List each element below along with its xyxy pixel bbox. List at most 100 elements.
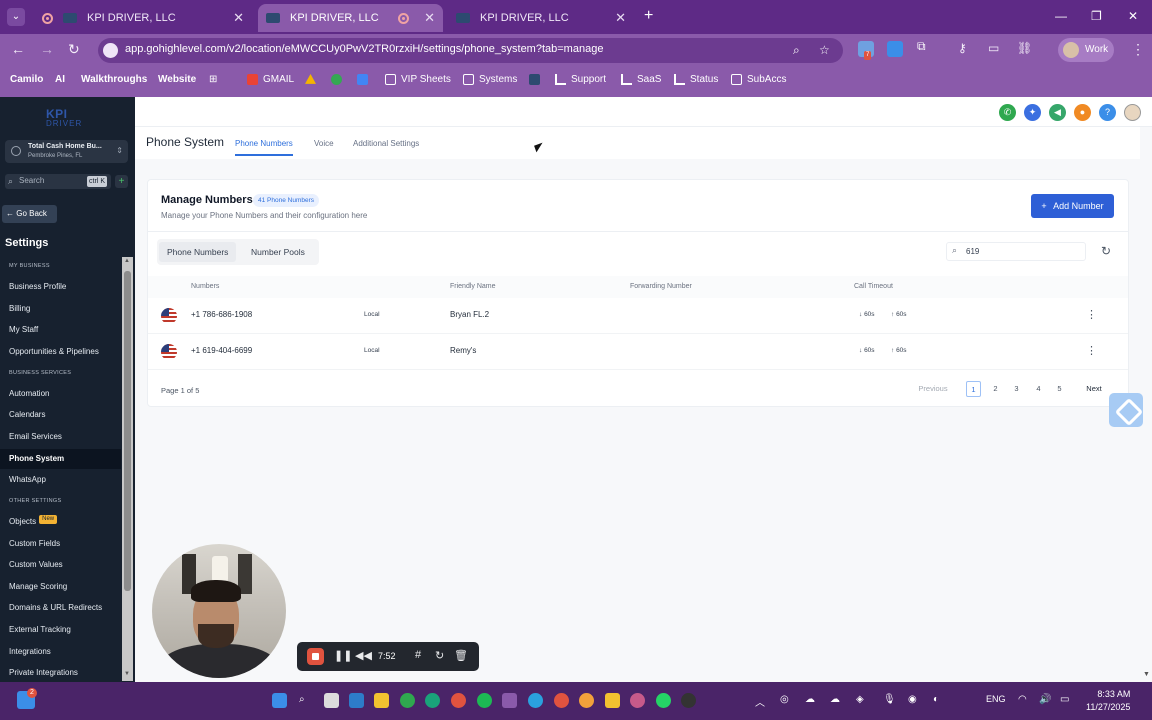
bookmark-systems[interactable]: Systems bbox=[463, 74, 517, 85]
file-explorer-icon[interactable] bbox=[374, 693, 389, 708]
page-3-button[interactable]: 3 bbox=[1009, 381, 1024, 397]
payment-card-icon[interactable]: ▭ bbox=[988, 41, 999, 55]
telegram-icon[interactable] bbox=[528, 693, 543, 708]
delete-icon[interactable]: 🗑 bbox=[454, 649, 468, 662]
start-icon[interactable] bbox=[272, 693, 287, 708]
bookmark-gmail[interactable]: GMAIL bbox=[247, 74, 294, 85]
rewind-icon[interactable]: ◀◀ bbox=[355, 649, 372, 662]
page-1-button[interactable]: 1 bbox=[966, 381, 981, 397]
scroll-down-icon[interactable]: ▼ bbox=[124, 671, 130, 677]
profile-button[interactable]: Work bbox=[1058, 38, 1114, 62]
tab-voice[interactable]: Voice bbox=[314, 139, 334, 148]
table-row[interactable]: +1 786-686-1908 Local Bryan FL.2 ↓ 60s ↑… bbox=[148, 298, 1128, 334]
page-scroll-down-icon[interactable]: ▼ bbox=[1143, 671, 1150, 678]
zoom-icon[interactable]: ⌕ bbox=[793, 43, 800, 58]
bookmark-ai[interactable]: AI bbox=[55, 74, 65, 85]
drive-icon[interactable] bbox=[305, 74, 321, 85]
tray-app-icon[interactable]: ◉ bbox=[908, 694, 917, 705]
user-avatar[interactable] bbox=[1124, 104, 1141, 121]
sidebar-item-my-staff[interactable]: My Staff bbox=[0, 320, 121, 340]
app-icon[interactable] bbox=[425, 693, 440, 708]
browser-menu-icon[interactable]: ⋮ bbox=[1131, 41, 1145, 58]
restart-icon[interactable]: ↻ bbox=[435, 649, 444, 662]
bookmark-website[interactable]: Website bbox=[158, 74, 196, 85]
apps-grid-icon[interactable]: ⊞ bbox=[209, 74, 217, 85]
go-back-button[interactable]: ← Go Back bbox=[2, 205, 57, 223]
refresh-icon[interactable]: ↻ bbox=[1096, 242, 1116, 261]
sidebar-item-external-tracking[interactable]: External Tracking bbox=[0, 620, 121, 640]
calendar-bookmark-icon[interactable] bbox=[357, 74, 373, 85]
sidebar-item-phone-system[interactable]: Phone System bbox=[0, 449, 121, 469]
sidebar-item-calendars[interactable]: Calendars bbox=[0, 405, 121, 425]
previous-page-button[interactable]: Previous bbox=[913, 381, 953, 397]
numbers-search-input[interactable]: ⌕ 619 bbox=[946, 242, 1086, 261]
chrome-icon[interactable] bbox=[554, 693, 569, 708]
chrome-icon[interactable] bbox=[451, 693, 466, 708]
tray-app-icon[interactable]: ◈ bbox=[856, 694, 864, 705]
chrome-icon[interactable] bbox=[331, 74, 347, 85]
row-menu-icon[interactable]: ⋮ bbox=[1086, 344, 1097, 357]
add-number-button[interactable]: + Add Number bbox=[1031, 194, 1114, 218]
search-icon[interactable]: ⌕ bbox=[299, 694, 305, 705]
sidebar-item-billing[interactable]: Billing bbox=[0, 299, 121, 319]
scroll-up-icon[interactable]: ▲ bbox=[124, 258, 130, 264]
bookmark-star-icon[interactable]: ☆ bbox=[819, 43, 830, 57]
magic-wand-icon[interactable]: ✦ bbox=[1024, 104, 1041, 121]
minimize-icon[interactable]: — bbox=[1055, 9, 1067, 23]
address-bar[interactable]: app.gohighlevel.com/v2/location/eMWCCUy0… bbox=[98, 38, 843, 63]
sidebar-item-email-services[interactable]: Email Services bbox=[0, 427, 121, 447]
tray-app-icon[interactable]: ◐ bbox=[933, 694, 939, 705]
notification-bell-icon[interactable]: ● bbox=[1074, 104, 1091, 121]
sidebar-item-opportunities[interactable]: Opportunities & Pipelines bbox=[0, 342, 121, 362]
row-menu-icon[interactable]: ⋮ bbox=[1086, 308, 1097, 321]
app-icon[interactable] bbox=[400, 693, 415, 708]
bookmark-saas[interactable]: SaaS bbox=[621, 74, 661, 85]
link-icon[interactable]: ⛓ bbox=[1017, 41, 1032, 55]
bookmark-status[interactable]: Status bbox=[674, 74, 718, 85]
app-icon[interactable] bbox=[681, 693, 696, 708]
browser-tab-1[interactable]: KPI DRIVER, LLC ✕ bbox=[34, 4, 252, 32]
tray-chevron-icon[interactable]: ︿ bbox=[755, 694, 765, 709]
system-clock[interactable]: 8:33 AM 11/27/2025 bbox=[1086, 688, 1130, 714]
scrollbar-thumb[interactable] bbox=[124, 271, 131, 591]
sidebar-item-automation[interactable]: Automation bbox=[0, 384, 121, 404]
phone-icon[interactable]: ✆ bbox=[999, 104, 1016, 121]
forward-icon[interactable]: → bbox=[40, 41, 54, 57]
spotify-icon[interactable] bbox=[477, 693, 492, 708]
pause-icon[interactable]: ❚❚ bbox=[334, 649, 352, 662]
app-icon[interactable] bbox=[349, 693, 364, 708]
sidebar-item-business-profile[interactable]: Business Profile bbox=[0, 277, 121, 297]
close-tab-icon[interactable]: ✕ bbox=[615, 10, 626, 26]
webcam-overlay[interactable] bbox=[152, 544, 286, 678]
language-indicator[interactable]: ENG bbox=[986, 694, 1006, 704]
sidebar-scrollbar[interactable]: ▲ ▼ bbox=[122, 257, 133, 681]
floating-widget-button[interactable] bbox=[1109, 393, 1143, 427]
segment-phone-numbers[interactable]: Phone Numbers bbox=[159, 242, 237, 262]
sidebar-item-objects[interactable]: Objects New bbox=[0, 512, 121, 532]
tab-search-icon[interactable]: ⌄ bbox=[7, 8, 25, 26]
quick-add-icon[interactable]: + bbox=[115, 175, 128, 188]
close-tab-icon[interactable]: ✕ bbox=[233, 10, 244, 26]
sidebar-item-integrations[interactable]: Integrations bbox=[0, 642, 121, 662]
sidebar-item-private-integrations[interactable]: Private Integrations bbox=[0, 663, 121, 682]
bookmark-support[interactable]: Support bbox=[555, 74, 606, 85]
onedrive-icon[interactable]: ☁ bbox=[805, 694, 815, 705]
back-icon[interactable]: ← bbox=[11, 41, 25, 57]
battery-icon[interactable]: ▭ bbox=[1060, 694, 1069, 705]
sidebar-item-custom-values[interactable]: Custom Values bbox=[0, 555, 121, 575]
restore-icon[interactable]: ❐ bbox=[1091, 9, 1102, 23]
close-window-icon[interactable]: ✕ bbox=[1128, 9, 1138, 23]
volume-icon[interactable]: 🔊 bbox=[1039, 694, 1051, 705]
password-key-icon[interactable]: ⚷ bbox=[958, 41, 967, 55]
announcement-icon[interactable]: ◀ bbox=[1049, 104, 1066, 121]
kpi-bookmark-icon[interactable] bbox=[529, 74, 545, 85]
grid-icon[interactable]: # bbox=[415, 649, 421, 661]
sidebar-item-custom-fields[interactable]: Custom Fields bbox=[0, 534, 121, 554]
bookmark-subaccs[interactable]: SubAccs bbox=[731, 74, 786, 85]
app-icon[interactable] bbox=[630, 693, 645, 708]
page-2-button[interactable]: 2 bbox=[988, 381, 1003, 397]
task-view-icon[interactable] bbox=[324, 693, 339, 708]
microphone-icon[interactable]: 🎙 bbox=[883, 694, 896, 705]
app-icon[interactable] bbox=[502, 693, 517, 708]
next-page-button[interactable]: Next bbox=[1081, 381, 1107, 397]
